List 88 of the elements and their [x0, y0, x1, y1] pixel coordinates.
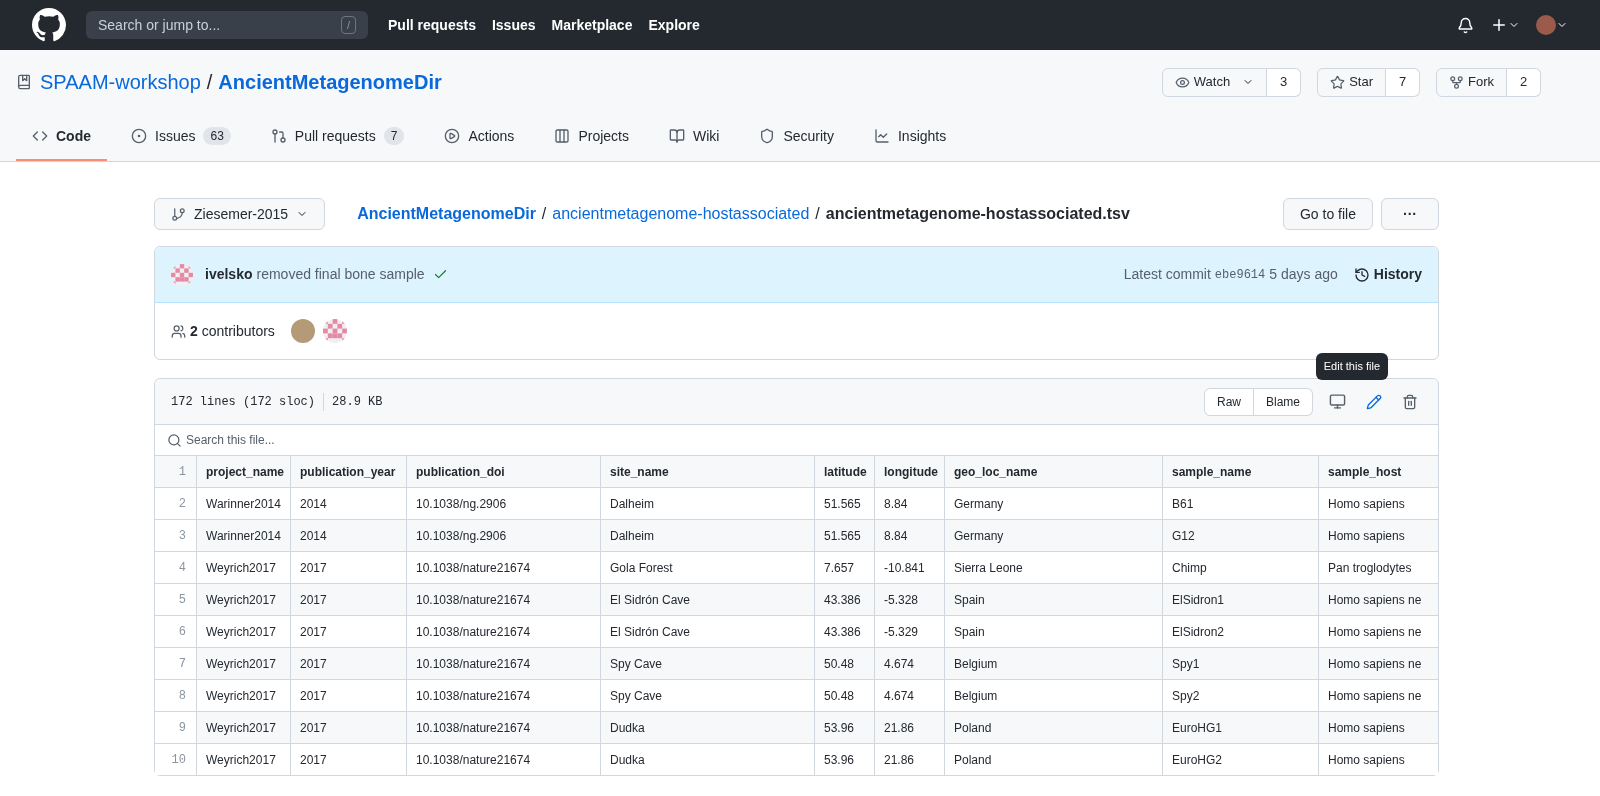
contributor-avatar[interactable]: [290, 319, 315, 343]
line-number: 9: [155, 712, 196, 743]
path-separator: /: [541, 204, 547, 224]
file-view-button[interactable]: Blame: [1254, 387, 1313, 416]
pencil-icon[interactable]: [1366, 393, 1382, 410]
repo-tab[interactable]: Projects: [538, 113, 645, 161]
shield-icon: [759, 128, 776, 144]
branch-selector[interactable]: Ziesemer-2015: [154, 198, 326, 230]
nav-link[interactable]: Explore: [648, 14, 700, 36]
line-number: 5: [155, 584, 196, 615]
file-line-count: 172 lines (172 sloc): [171, 392, 325, 411]
more-options-button[interactable]: ···: [1381, 198, 1439, 230]
search-placeholder: Search or jump to...: [98, 15, 221, 35]
identicon-avatar: [171, 263, 193, 286]
history-icon: [1353, 266, 1370, 283]
commit-sha-link[interactable]: ebe9614: [1214, 265, 1266, 284]
commit-time: 5 days ago: [1269, 265, 1338, 284]
search-field[interactable]: Search or jump to... /: [86, 11, 368, 39]
watch-button[interactable]: Watch: [1161, 67, 1268, 97]
path-separator: /: [815, 204, 820, 224]
go-to-file-button[interactable]: Go to file: [1282, 198, 1373, 230]
columns-icon: [554, 128, 571, 144]
shortcut-key: /: [340, 16, 356, 34]
table-cell: Weyrich2017: [196, 744, 290, 775]
book-icon: [668, 128, 685, 144]
table-cell: 21.86: [874, 744, 944, 775]
user-avatar[interactable]: [1536, 15, 1556, 35]
count-label[interactable]: 2: [1507, 67, 1541, 97]
tooltip: Edit this file: [1315, 353, 1388, 380]
repo-tab[interactable]: Wiki: [652, 113, 736, 161]
nav-link[interactable]: Issues: [491, 14, 536, 36]
table-cell: 2017: [290, 744, 406, 775]
bell-icon[interactable]: [1457, 16, 1474, 34]
fork-button[interactable]: Fork: [1436, 67, 1507, 97]
repo-name-link[interactable]: AncientMetagenomeDir: [218, 67, 442, 97]
desktop-icon[interactable]: [1329, 393, 1346, 410]
octocat-logo-icon[interactable]: [32, 8, 66, 42]
repo-icon: [16, 74, 32, 90]
star-button[interactable]: Star: [1317, 67, 1386, 97]
repo-tab[interactable]: Actions: [428, 113, 531, 161]
table-cell: Homo sapiens: [1318, 744, 1438, 775]
repo-tab[interactable]: Security: [743, 113, 850, 161]
breadcrumb-link[interactable]: AncientMetagenomeDir: [357, 202, 536, 226]
count-label: 63: [203, 127, 231, 145]
nav-link[interactable]: Marketplace: [551, 14, 633, 36]
graph-icon: [873, 128, 890, 144]
commit-message-link[interactable]: removed final bone sample: [256, 264, 425, 285]
star-icon: [1330, 74, 1346, 90]
commit-author-link[interactable]: ivelsko: [205, 264, 253, 285]
identicon-avatar: [322, 319, 347, 343]
table-cell: EuroHG2: [1162, 744, 1318, 775]
repo-owner-link[interactable]: SPAAM-workshop: [40, 67, 201, 97]
count-label[interactable]: 3: [1267, 67, 1302, 97]
table-cell: Poland: [944, 744, 1162, 775]
repo-tab[interactable]: Code: [16, 113, 107, 161]
trash-icon[interactable]: [1402, 393, 1418, 410]
count-label: 7: [383, 127, 405, 145]
branch-icon: [171, 206, 186, 222]
file-name: ancientmetagenome-hostassociated.tsv: [825, 204, 1130, 224]
count-label[interactable]: 7: [1386, 67, 1420, 97]
table-cell: Dudka: [600, 744, 814, 775]
breadcrumb-link[interactable]: ancientmetagenome-hostassociated: [552, 202, 810, 226]
line-number: 3: [155, 520, 196, 551]
file-view-button[interactable]: Raw: [1203, 387, 1254, 416]
pull-request-icon: [270, 128, 287, 144]
line-number: 1: [177, 463, 187, 481]
repo-tab[interactable]: Insights: [857, 113, 963, 161]
nav-link[interactable]: Pull requests: [388, 14, 476, 36]
path-separator: /: [206, 70, 213, 95]
repo-tab[interactable]: Issues 63: [115, 113, 247, 161]
file-search-field[interactable]: Search this file...: [155, 425, 1438, 455]
file-size: 28.9 KB: [331, 393, 383, 411]
history-link[interactable]: History: [1353, 264, 1422, 285]
table-cell: 53.96: [814, 744, 874, 775]
eye-icon: [1174, 74, 1190, 90]
people-icon: [171, 323, 186, 339]
contributors-count[interactable]: 2 contributors: [190, 320, 275, 342]
line-number: 7: [155, 648, 196, 679]
play-icon: [444, 128, 461, 144]
search-icon: [167, 432, 182, 448]
code-icon: [32, 128, 48, 144]
repo-tab[interactable]: Pull requests 7: [254, 113, 421, 161]
fork-icon: [1449, 74, 1464, 90]
search-placeholder: Search this file...: [186, 432, 275, 449]
plus-icon[interactable]: [1490, 16, 1508, 34]
latest-commit-label: Latest commit: [1123, 265, 1211, 284]
circle-dot-icon: [131, 128, 147, 144]
table-cell: 10.1038/nature21674: [406, 744, 600, 775]
